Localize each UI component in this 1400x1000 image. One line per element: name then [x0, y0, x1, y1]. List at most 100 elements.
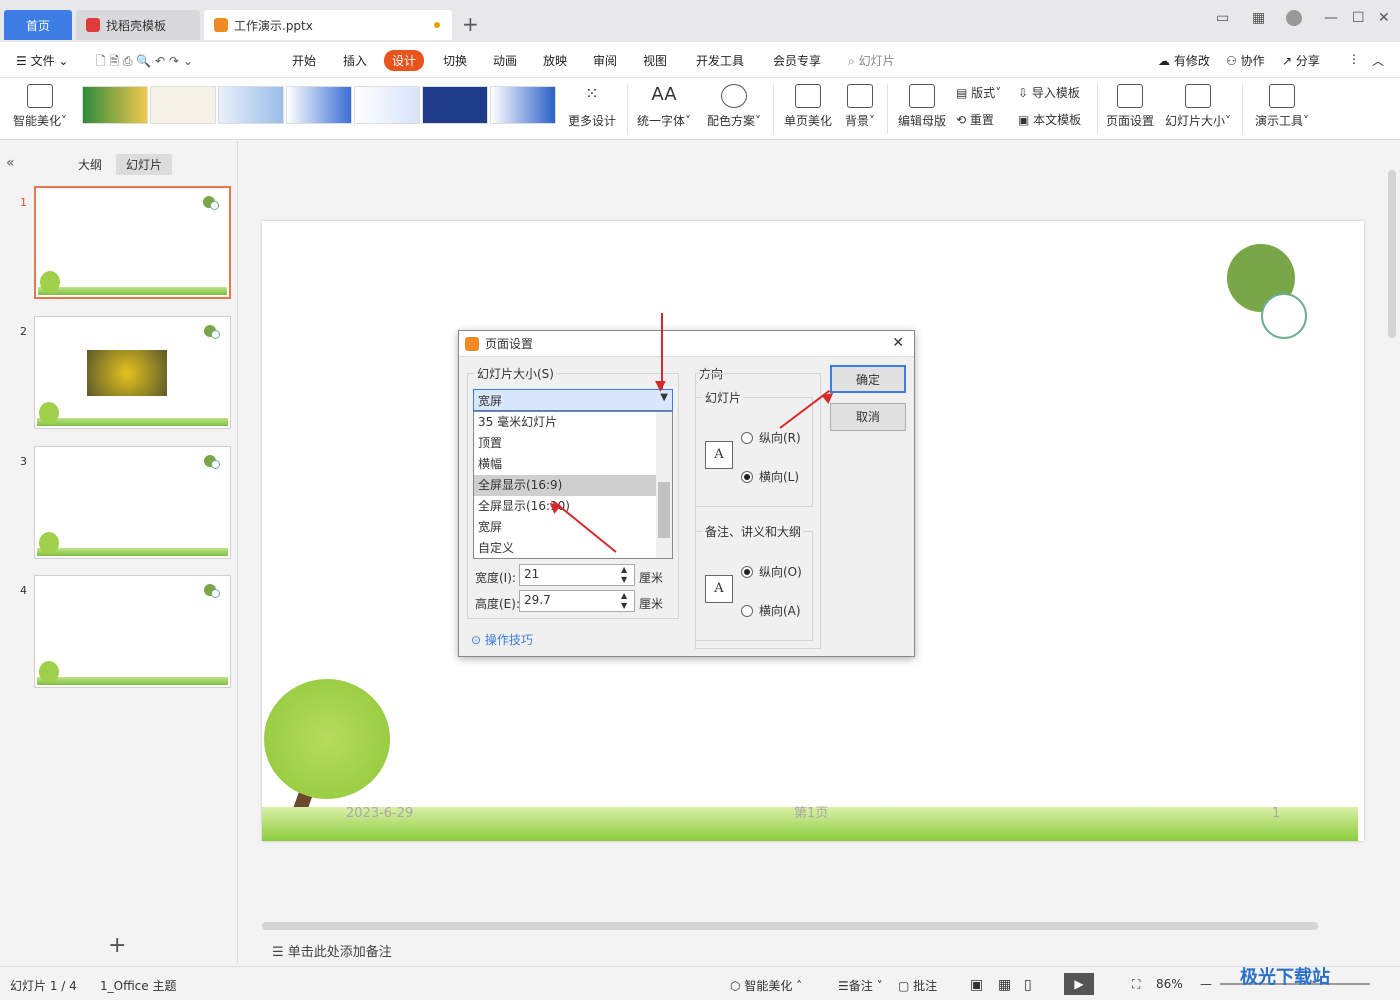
tips-link[interactable]: ⊙ 操作技巧 [471, 631, 533, 648]
radio-notes-landscape[interactable]: 横向(A) [741, 602, 801, 619]
unify-font-button[interactable]: AA 统一字体˅ [632, 84, 696, 129]
height-input[interactable]: 29.7 [519, 590, 635, 612]
layout-button[interactable]: ▤ 版式˅ [956, 84, 1001, 101]
close-icon[interactable]: ✕ [1378, 10, 1390, 26]
slide-number-footer[interactable]: 1 [1272, 806, 1280, 821]
import-template-button[interactable]: ⇩ 导入模板 [1018, 84, 1080, 101]
option-overhead[interactable]: 顶置 [474, 433, 672, 454]
tab-home[interactable]: 首页 [4, 10, 72, 40]
theme-name[interactable]: 1_Office 主题 [100, 977, 176, 994]
dialog-close-icon[interactable]: ✕ [892, 335, 904, 351]
template-thumb-6[interactable] [422, 86, 488, 124]
grid-icon[interactable]: ▦ [1252, 10, 1265, 26]
ok-button[interactable]: 确定 [830, 365, 906, 393]
color-scheme-button[interactable]: 配色方案˅ [702, 84, 766, 129]
edit-master-button[interactable]: 编辑母版 [894, 84, 950, 129]
menu-animation[interactable]: 动画 [493, 52, 517, 69]
slide-thumb-2[interactable] [34, 316, 231, 429]
notes-bar[interactable]: ☰ 单击此处添加备注 [240, 933, 1400, 963]
slide-thumb-1[interactable] [34, 186, 231, 299]
menu-start[interactable]: 开始 [292, 52, 316, 69]
menu-insert[interactable]: 插入 [343, 52, 367, 69]
quick-access-icons[interactable]: 🗋 🗎 ⎙ 🔍 ↶ ↷ ⌄ [96, 52, 193, 73]
menu-member[interactable]: 会员专享 [773, 52, 821, 69]
new-tab-button[interactable]: + [462, 12, 479, 36]
option-16-9[interactable]: 全屏显示(16:9) [474, 475, 672, 496]
menu-design[interactable]: 设计 [384, 50, 425, 71]
photo-image [87, 350, 167, 396]
template-thumb-1[interactable] [82, 86, 148, 124]
slide-date[interactable]: 2023-6-29 [346, 806, 413, 821]
width-input[interactable]: 21 [519, 564, 635, 586]
collapse-panel-icon[interactable]: « [6, 155, 15, 171]
menu-transition[interactable]: 切换 [443, 52, 467, 69]
template-thumb-2[interactable] [150, 86, 216, 124]
background-button[interactable]: 背景˅ [840, 84, 880, 129]
slide-thumb-4[interactable] [34, 575, 231, 688]
play-slideshow-button[interactable]: ▶ [1064, 973, 1094, 995]
fit-icon[interactable]: ⛶ [1132, 977, 1140, 992]
notes-toggle[interactable]: ☰备注 ˅ [838, 977, 883, 994]
option-35mm[interactable]: 35 毫米幻灯片 [474, 412, 672, 433]
scroll-thumb[interactable] [658, 482, 670, 538]
template-thumb-5[interactable] [354, 86, 420, 124]
add-slide-button[interactable]: + [108, 933, 126, 958]
size-select[interactable]: 宽屏 ▼ [473, 389, 673, 411]
width-stepper[interactable]: ▲ ▼ [621, 565, 627, 585]
radio-notes-portrait[interactable]: 纵向(O) [741, 563, 802, 580]
template-thumb-4[interactable] [286, 86, 352, 124]
maximize-icon[interactable]: ☐ [1352, 10, 1365, 26]
minimize-icon[interactable]: — [1324, 10, 1338, 26]
slide-size-button[interactable]: 幻灯片大小˅ [1162, 84, 1234, 129]
file-menu[interactable]: ☰ 文件 ⌄ [16, 52, 68, 69]
menu-review[interactable]: 审阅 [593, 52, 617, 69]
radio-portrait[interactable]: 纵向(R) [741, 429, 801, 446]
presentation-tools-button[interactable]: 演示工具˅ [1250, 84, 1314, 129]
option-banner[interactable]: 横幅 [474, 454, 672, 475]
reset-button[interactable]: ⟲ 重置 [956, 111, 994, 128]
radio-landscape[interactable]: 横向(L) [741, 468, 799, 485]
menu-devtools[interactable]: 开发工具 [696, 52, 744, 69]
sorter-view-icon[interactable]: ▦ [998, 977, 1011, 993]
zoom-out-icon[interactable]: — [1200, 977, 1212, 991]
layout-icon[interactable]: ▭ [1216, 10, 1229, 26]
share-button[interactable]: ↗ 分享 [1282, 52, 1320, 69]
tab-outline[interactable]: 大纲 [78, 156, 102, 173]
tab-find-template[interactable]: 找稻壳模板 [76, 10, 200, 40]
menu-view[interactable]: 视图 [643, 52, 667, 69]
collab-button[interactable]: ⚇ 协作 [1226, 52, 1265, 69]
zoom-level[interactable]: 86% [1156, 977, 1183, 991]
tree-deco [39, 532, 59, 554]
text-template-button[interactable]: ▣ 本文模板 [1018, 111, 1081, 128]
single-page-button[interactable]: 单页美化 [780, 84, 836, 129]
vertical-scrollbar[interactable] [1388, 170, 1396, 338]
reading-view-icon[interactable]: ▯ [1024, 977, 1032, 993]
cancel-button[interactable]: 取消 [830, 403, 906, 431]
collapse-ribbon-icon[interactable]: ︿ [1372, 52, 1384, 69]
more-icon[interactable]: ⋮ [1348, 52, 1360, 66]
template-thumb-7[interactable] [490, 86, 556, 124]
search-box[interactable]: ⌕ 幻灯片 [848, 52, 895, 69]
smart-beautify-button[interactable]: 智能美化˅ [8, 84, 72, 129]
smart-beautify-status[interactable]: ⬡ 智能美化 ˄ [730, 977, 802, 994]
ribbon: 智能美化˅ ⁙ 更多设计 AA 统一字体˅ 配色方案˅ 单页美化 背景˅ 编辑母版 … [0, 78, 1400, 140]
option-16-10[interactable]: 全屏显示(16:10) [474, 496, 672, 517]
normal-view-icon[interactable]: ▣ [970, 977, 983, 993]
slide-thumb-3[interactable] [34, 446, 231, 559]
avatar[interactable] [1286, 10, 1302, 26]
page-setup-button[interactable]: 页面设置 [1102, 84, 1158, 129]
radio-notes-portrait-label: 纵向(O) [759, 565, 802, 579]
tab-slides[interactable]: 幻灯片 [116, 154, 173, 175]
dropdown-scrollbar[interactable] [656, 412, 672, 558]
option-widescreen[interactable]: 宽屏 [474, 517, 672, 538]
tab-document[interactable]: 工作演示.pptx [204, 10, 452, 40]
modified-button[interactable]: ☁ 有修改 [1158, 52, 1210, 69]
slide-page-label[interactable]: 第1页 [794, 802, 828, 821]
horizontal-scrollbar[interactable] [262, 922, 1318, 930]
template-thumb-3[interactable] [218, 86, 284, 124]
menu-slideshow[interactable]: 放映 [543, 52, 567, 69]
height-stepper[interactable]: ▲ ▼ [621, 591, 627, 611]
more-design-button[interactable]: ⁙ 更多设计 [562, 84, 622, 129]
comment-toggle[interactable]: ▢ 批注 [898, 977, 937, 994]
option-custom[interactable]: 自定义 [474, 538, 672, 559]
